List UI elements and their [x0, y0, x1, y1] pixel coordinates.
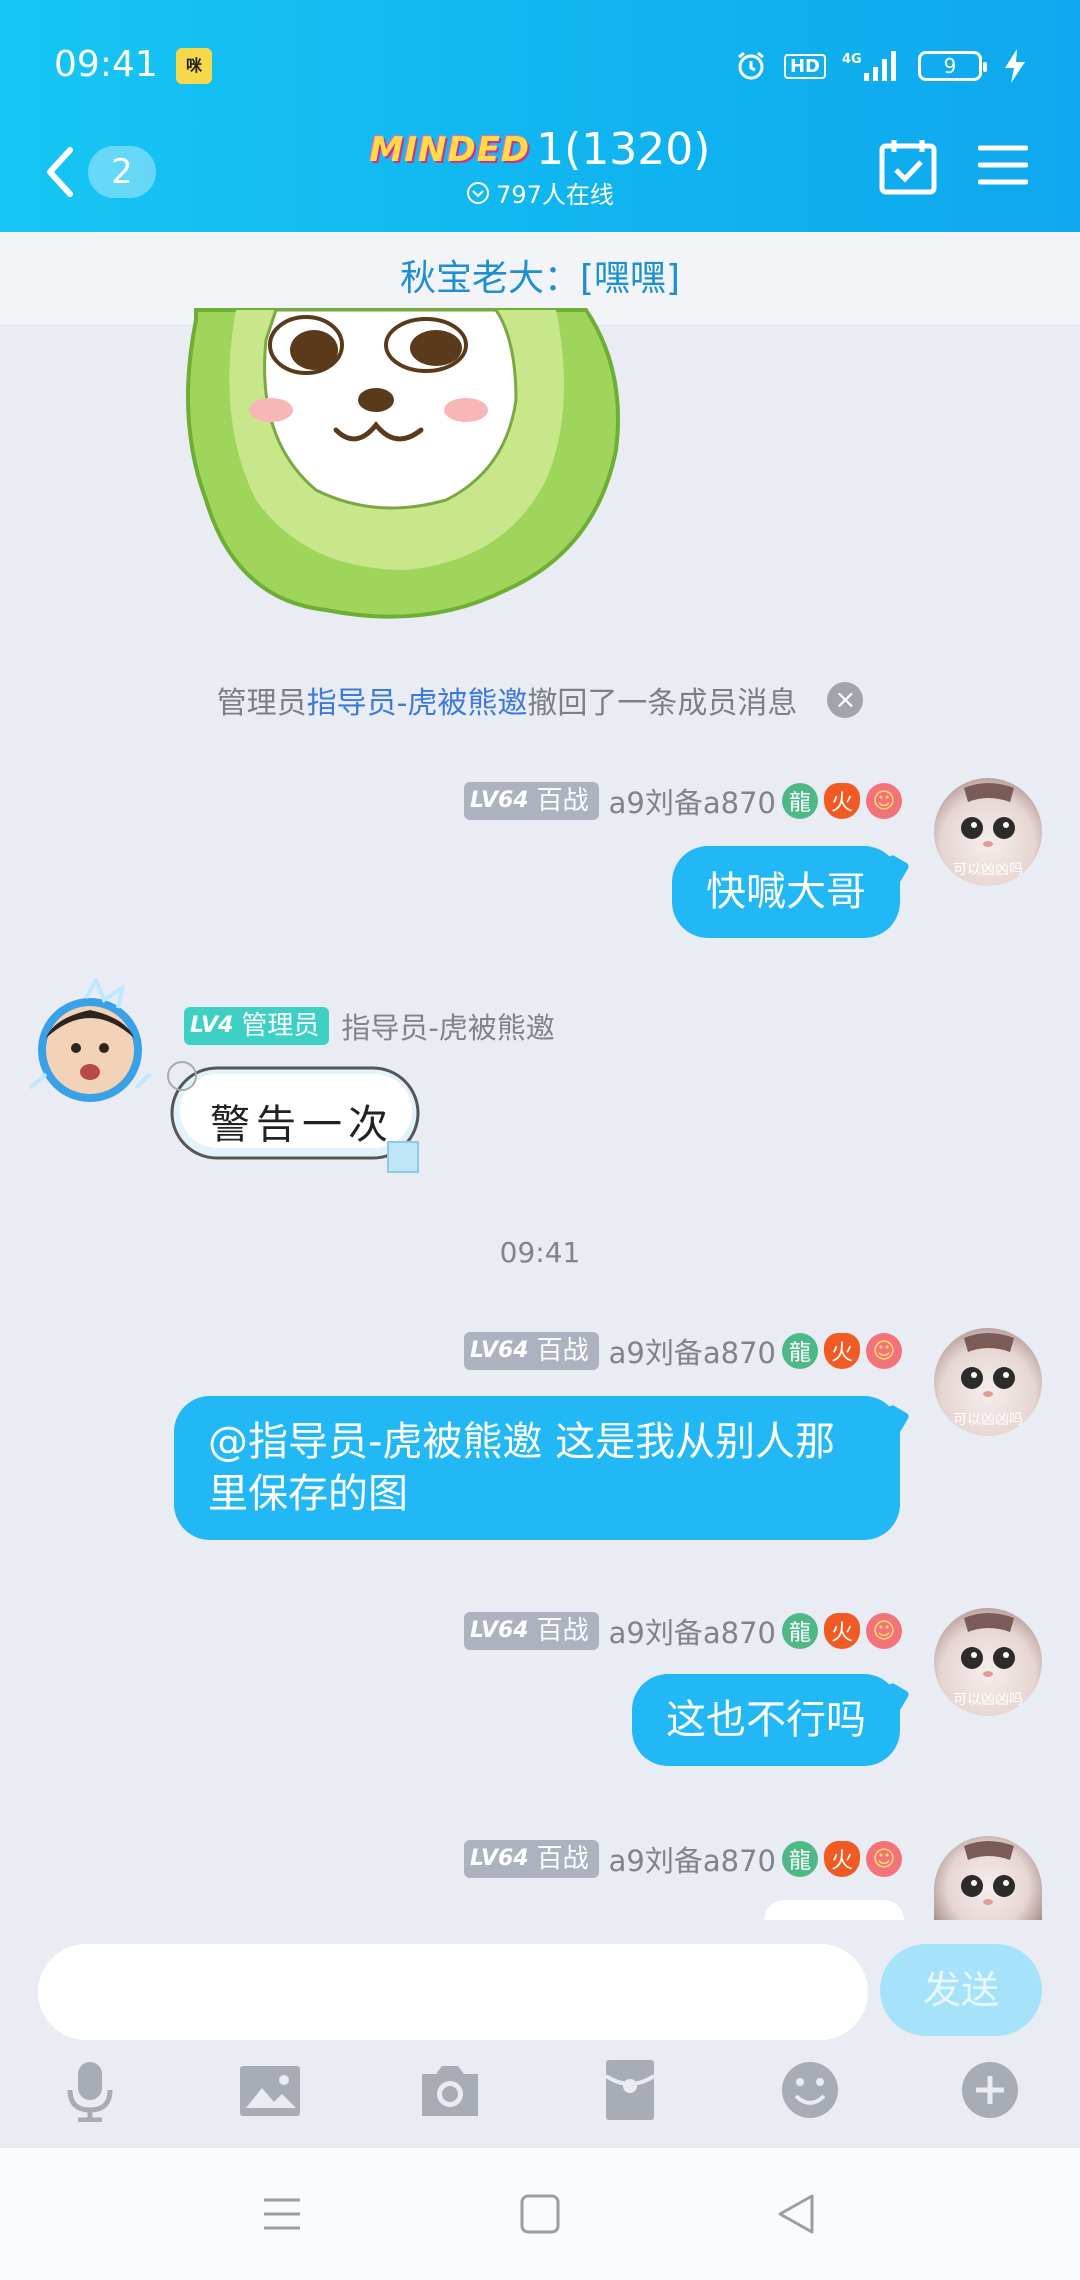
- level-badge: LV64 百战: [463, 782, 599, 820]
- admin-sender-meta: LV4 管理员 指导员-虎被熊邀: [184, 1005, 555, 1047]
- sender-meta: LV64 百战 a9刘备a870 龍 火 ☺: [463, 1330, 902, 1372]
- calendar-check-icon[interactable]: [878, 136, 938, 196]
- sender-nickname[interactable]: a9刘备a870: [609, 1838, 776, 1880]
- charging-icon: [998, 49, 1032, 83]
- message-input[interactable]: [38, 1944, 868, 2040]
- sender-meta: LV64 百战 a9刘备a870 龍 火 ☺: [463, 1838, 902, 1880]
- message-bubble[interactable]: 快喊大哥: [672, 846, 900, 938]
- online-check-icon: [467, 181, 490, 204]
- group-logo: MINDED: [369, 129, 531, 170]
- close-icon[interactable]: ×: [827, 682, 864, 718]
- avatar[interactable]: 可以凶凶吗: [934, 778, 1042, 886]
- warning-sticker[interactable]: 警告一次: [160, 1048, 440, 1178]
- system-navigation-bar: [0, 2148, 1080, 2280]
- smile-medal-icon: ☺: [866, 1613, 902, 1649]
- group-title[interactable]: MINDED 1(1320) 797人在线: [340, 122, 740, 232]
- dragon-medal-icon: 龍: [782, 783, 818, 819]
- svg-text:可以凶凶吗: 可以凶凶吗: [953, 1692, 1023, 1708]
- composer-toolbar: [0, 2058, 1080, 2142]
- online-count: 797人在线: [496, 181, 614, 209]
- recall-prefix: 管理员: [216, 686, 307, 721]
- recall-suffix: 撤回了一条成员消息: [527, 686, 798, 721]
- sender-nickname[interactable]: a9刘备a870: [609, 1610, 776, 1652]
- dragon-medal-icon: 龍: [782, 1613, 818, 1649]
- recall-admin-name[interactable]: 指导员-虎被熊邀: [307, 678, 528, 722]
- fire-medal-icon: 火: [824, 783, 860, 819]
- emoji-icon[interactable]: [778, 2058, 842, 2122]
- sender-meta: LV64 百战 a9刘备a870 龍 火 ☺: [463, 780, 902, 822]
- red-packet-icon[interactable]: [598, 2058, 662, 2122]
- sender-nickname[interactable]: a9刘备a870: [609, 780, 776, 822]
- menu-icon[interactable]: [978, 140, 1028, 190]
- admin-nickname[interactable]: 指导员-虎被熊邀: [341, 1005, 554, 1047]
- notification-app-icon: 咪: [176, 48, 212, 84]
- chat-header: 09:41 咪 HD 4G 9 2 MINDED 1(1320) 797人在线: [0, 0, 1080, 232]
- smile-medal-icon: ☺: [866, 783, 902, 819]
- admin-avatar[interactable]: [26, 978, 154, 1106]
- status-icons: HD 4G 9: [734, 46, 1032, 86]
- group-name: 1(1320): [536, 124, 711, 175]
- home-icon[interactable]: [518, 2192, 562, 2236]
- admin-level-badge: LV4 管理员: [184, 1007, 330, 1045]
- recall-notice: 管理员 指导员-虎被熊邀 撤回了一条成员消息 ×: [0, 678, 1080, 722]
- avatar[interactable]: [934, 1836, 1042, 1920]
- dragon-medal-icon: 龍: [782, 1333, 818, 1369]
- image-icon[interactable]: [238, 2058, 302, 2122]
- hd-icon: HD: [783, 53, 826, 79]
- avatar[interactable]: 可以凶凶吗: [934, 1608, 1042, 1716]
- chevron-left-icon: [47, 147, 73, 197]
- time-divider: 09:41: [499, 1236, 581, 1269]
- back-button[interactable]: 2: [40, 134, 156, 210]
- nav-bar: 2 MINDED 1(1320) 797人在线: [0, 122, 1080, 232]
- back-triangle-icon[interactable]: [774, 2192, 818, 2236]
- smile-medal-icon: ☺: [866, 1841, 902, 1877]
- status-time: 09:41: [54, 44, 158, 85]
- fire-medal-icon: 火: [824, 1841, 860, 1877]
- svg-text:可以凶凶吗: 可以凶凶吗: [953, 1412, 1023, 1428]
- smile-medal-icon: ☺: [866, 1333, 902, 1369]
- send-button[interactable]: 发送: [880, 1944, 1042, 2036]
- svg-text:可以凶凶吗: 可以凶凶吗: [953, 862, 1023, 878]
- plus-icon[interactable]: [958, 2058, 1022, 2122]
- composer: 发送: [0, 1920, 1080, 2148]
- signal-icon: 4G: [842, 49, 902, 83]
- message-bubble-partial[interactable]: [764, 1900, 904, 1920]
- fire-medal-icon: 火: [824, 1613, 860, 1649]
- warning-sticker-text: 警告一次: [210, 1102, 394, 1148]
- fire-medal-icon: 火: [824, 1333, 860, 1369]
- sender-meta: LV64 百战 a9刘备a870 龍 火 ☺: [463, 1610, 902, 1652]
- message-bubble[interactable]: @指导员-虎被熊邀 这是我从别人那里保存的图: [174, 1396, 900, 1540]
- camera-icon[interactable]: [418, 2058, 482, 2122]
- unread-count-badge: 2: [88, 146, 156, 198]
- message-bubble[interactable]: 这也不行吗: [632, 1674, 900, 1766]
- level-badge: LV64 百战: [463, 1332, 599, 1370]
- avatar[interactable]: 可以凶凶吗: [934, 1328, 1042, 1436]
- recent-apps-icon[interactable]: [260, 2192, 304, 2236]
- alarm-icon: [734, 49, 768, 83]
- svg-text:4G: 4G: [842, 52, 862, 67]
- level-badge: LV64 百战: [463, 1612, 599, 1650]
- sender-nickname[interactable]: a9刘备a870: [609, 1330, 776, 1372]
- level-badge: LV64 百战: [463, 1840, 599, 1878]
- cabbage-dog-sticker[interactable]: [176, 300, 636, 630]
- microphone-icon[interactable]: [58, 2058, 122, 2122]
- dragon-medal-icon: 龍: [782, 1841, 818, 1877]
- battery-icon: 9: [918, 51, 987, 81]
- status-bar: 09:41 咪 HD 4G 9: [0, 0, 1080, 132]
